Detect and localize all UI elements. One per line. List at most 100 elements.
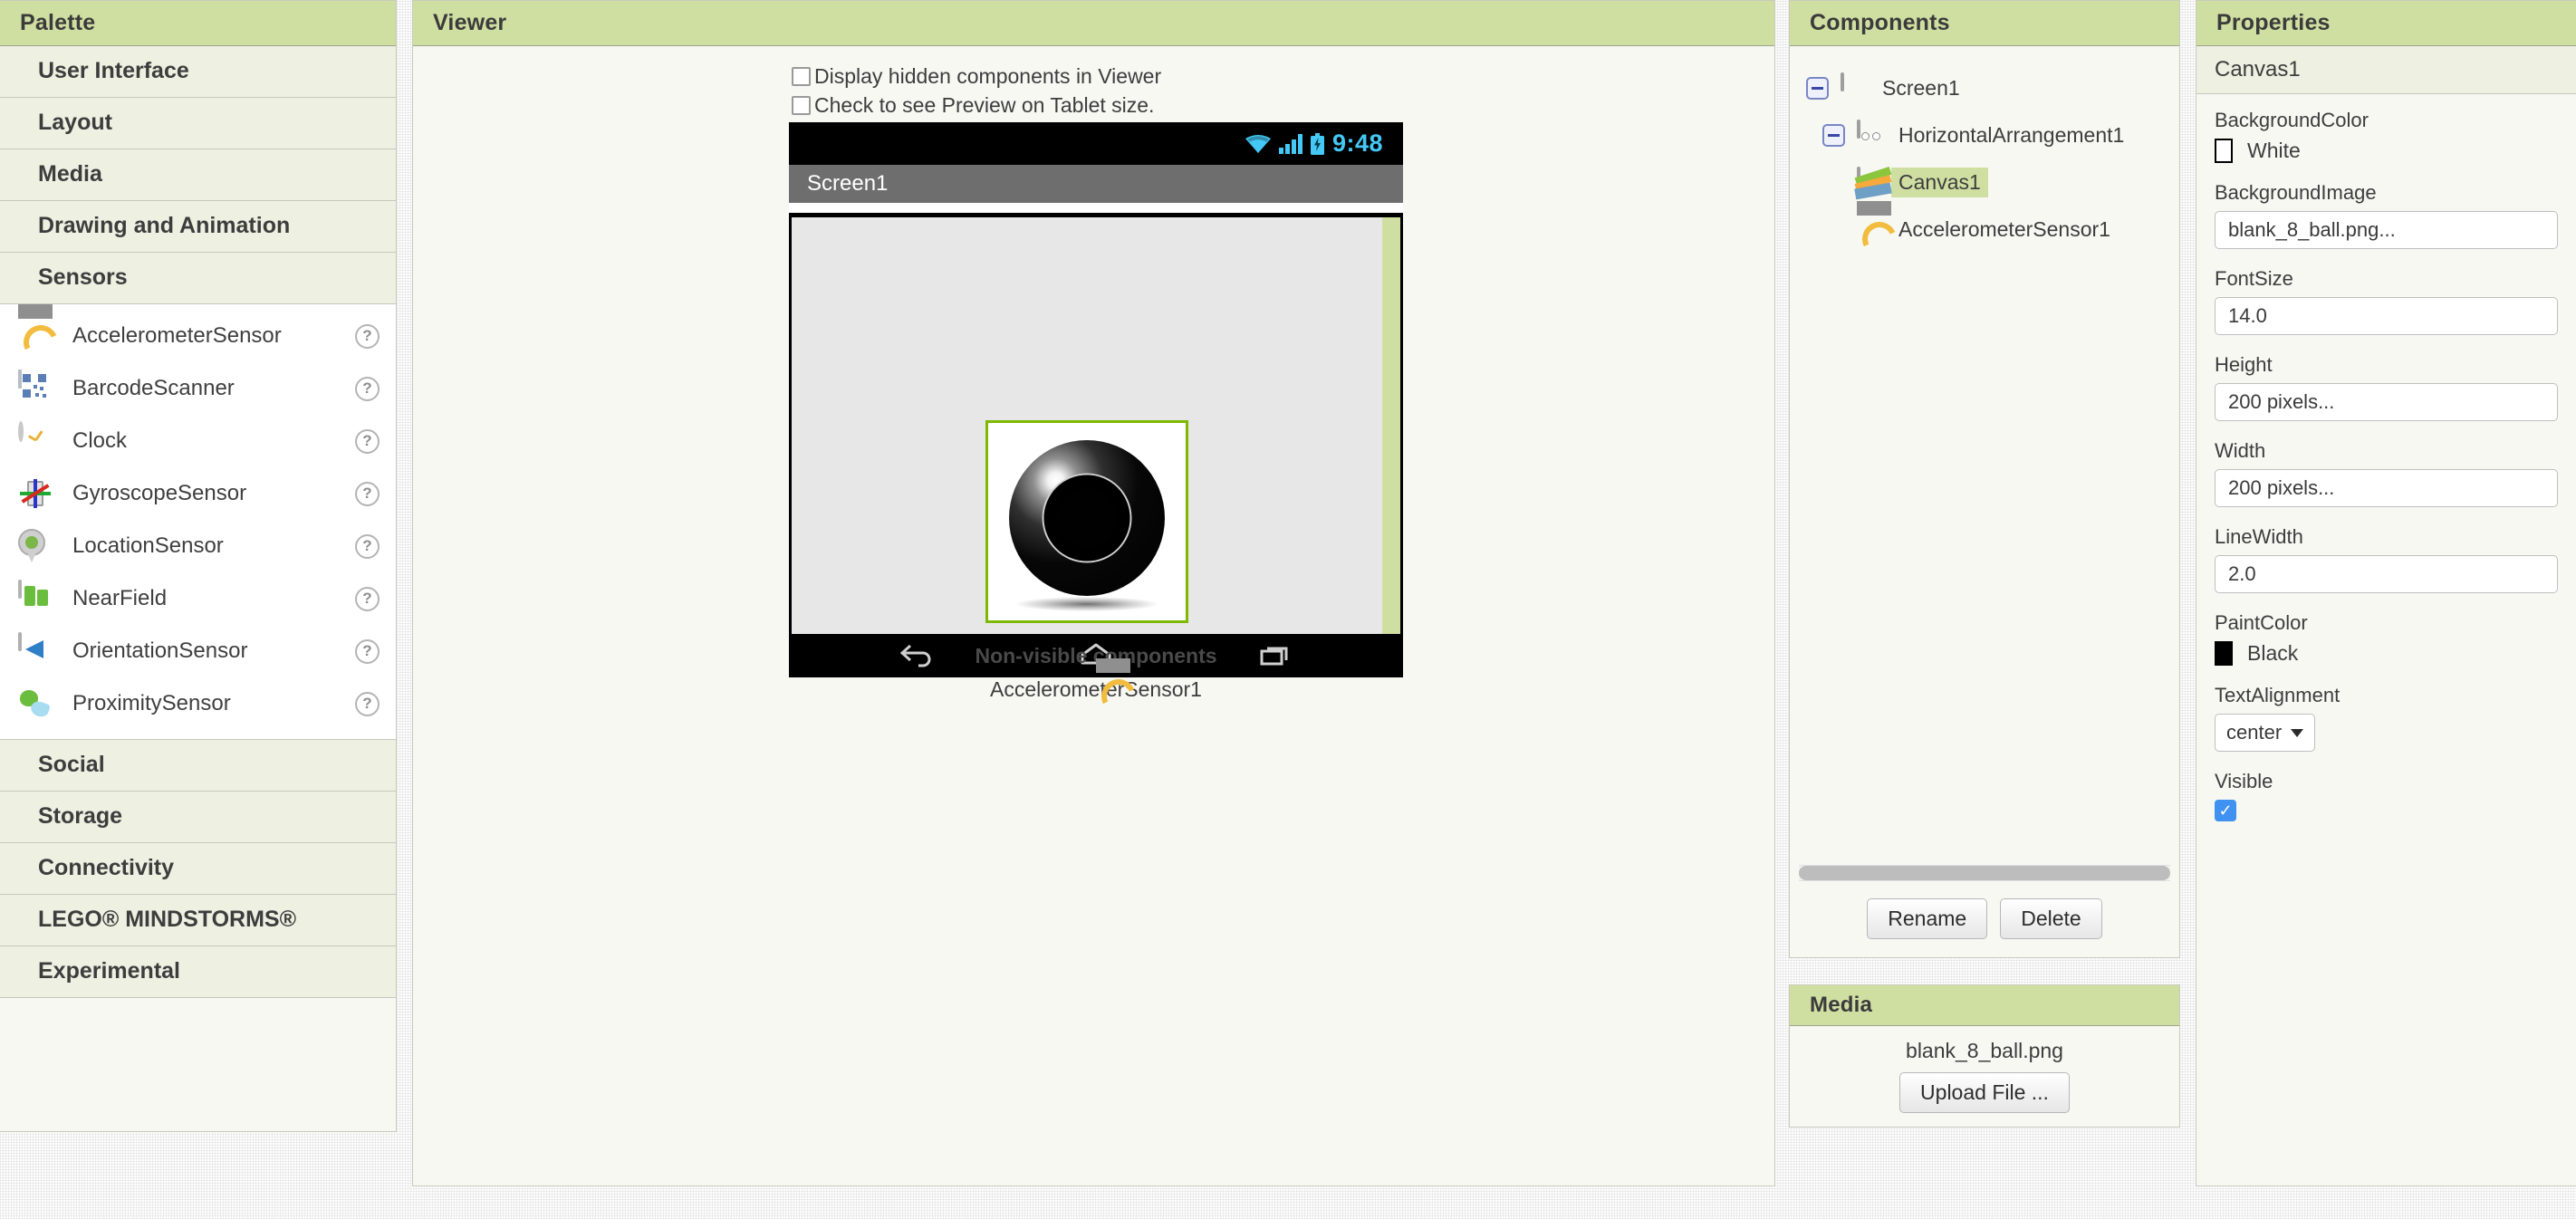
tree-item-canvas1[interactable]: Canvas1 xyxy=(1806,158,2179,206)
palette-section-media[interactable]: Media xyxy=(0,149,396,201)
palette-section-label: Connectivity xyxy=(38,855,175,880)
signal-icon xyxy=(1278,133,1302,154)
battery-icon xyxy=(1310,132,1324,155)
component-tree: Screen1 HorizontalArrangement1 Canvas1 A… xyxy=(1790,46,2179,253)
paintcolor-picker[interactable]: Black xyxy=(2215,641,2558,666)
palette-section-drawing-and-animation[interactable]: Drawing and Animation xyxy=(0,201,396,253)
property-label: Width xyxy=(2215,439,2266,462)
orientation-icon xyxy=(18,632,53,668)
palette-item-proximitysensor[interactable]: ProximitySensor ? xyxy=(0,677,396,730)
palette-item-label: AccelerometerSensor xyxy=(72,323,282,348)
palette-section-storage[interactable]: Storage xyxy=(0,792,396,843)
chevron-down-icon xyxy=(2291,728,2304,737)
palette-item-nearfield[interactable]: NearField ? xyxy=(0,572,396,625)
tree-item-horizontalarrangement1[interactable]: HorizontalArrangement1 xyxy=(1806,111,2179,158)
phone-screen-area xyxy=(789,213,1403,634)
display-hidden-components-checkbox[interactable] xyxy=(792,67,811,86)
tree-item-screen1[interactable]: Screen1 xyxy=(1806,64,2179,111)
palette-section-layout[interactable]: Layout xyxy=(0,98,396,149)
components-panel: Components Screen1 HorizontalArrangement… xyxy=(1789,0,2180,958)
phone-status-bar: 9:48 xyxy=(789,122,1403,165)
components-horizontal-scrollbar[interactable] xyxy=(1799,865,2170,881)
palette-section-label: Layout xyxy=(38,110,112,135)
fontsize-field[interactable]: 14.0 xyxy=(2215,297,2558,335)
wifi-icon xyxy=(1245,134,1271,154)
collapse-toggle-icon[interactable] xyxy=(1806,76,1829,100)
palette-section-label: Social xyxy=(38,752,105,777)
tree-item-label: Screen1 xyxy=(1882,75,1960,100)
properties-panel: Properties Canvas1 BackgroundColor White… xyxy=(2196,0,2576,1186)
palette-item-label: OrientationSensor xyxy=(72,638,248,663)
property-width: Width 200 pixels... xyxy=(2215,439,2558,507)
backgroundcolor-picker[interactable]: White xyxy=(2215,139,2558,163)
property-label: BackgroundImage xyxy=(2215,181,2377,204)
palette-item-accelerometersensor[interactable]: AccelerometerSensor ? xyxy=(0,310,396,362)
tree-item-accelerometersensor1[interactable]: AccelerometerSensor1 xyxy=(1806,206,2179,253)
screen-content xyxy=(792,217,1382,634)
help-icon[interactable]: ? xyxy=(355,376,380,401)
preview-tablet-size-row[interactable]: Check to see Preview on Tablet size. xyxy=(792,93,1154,118)
media-file-item[interactable]: blank_8_ball.png xyxy=(1790,1039,2179,1063)
property-height: Height 200 pixels... xyxy=(2215,353,2558,421)
help-icon[interactable]: ? xyxy=(355,586,380,611)
palette-section-social[interactable]: Social xyxy=(0,740,396,792)
ball-shadow xyxy=(1015,597,1158,611)
palette-section-user-interface[interactable]: User Interface xyxy=(0,46,396,98)
help-icon[interactable]: ? xyxy=(355,691,380,716)
textalignment-value: center xyxy=(2226,721,2283,744)
help-icon[interactable]: ? xyxy=(355,481,380,506)
linewidth-field[interactable]: 2.0 xyxy=(2215,555,2558,593)
collapse-toggle-icon[interactable] xyxy=(1822,123,1845,147)
accelerometer-icon xyxy=(18,319,53,353)
help-icon[interactable]: ? xyxy=(355,323,380,349)
gyroscope-icon xyxy=(18,476,53,511)
palette-item-barcodescanner[interactable]: BarcodeScanner ? xyxy=(0,362,396,415)
properties-component-name: Canvas1 xyxy=(2196,46,2576,94)
non-visible-component-item[interactable]: AccelerometerSensor1 xyxy=(789,673,1403,702)
property-fontsize: FontSize 14.0 xyxy=(2215,267,2558,335)
tree-item-label: HorizontalArrangement1 xyxy=(1898,122,2125,147)
properties-title: Properties xyxy=(2196,0,2576,46)
help-icon[interactable]: ? xyxy=(355,638,380,664)
canvas-icon xyxy=(1854,167,1892,200)
preview-tablet-size-checkbox[interactable] xyxy=(792,96,811,115)
palette-section-sensors[interactable]: Sensors xyxy=(0,253,396,304)
palette-section-label: Sensors xyxy=(38,264,128,290)
phone-title-bar: Screen1 xyxy=(789,165,1403,203)
display-hidden-components-row[interactable]: Display hidden components in Viewer xyxy=(792,64,1161,89)
palette-item-locationsensor[interactable]: LocationSensor ? xyxy=(0,520,396,572)
rename-button[interactable]: Rename xyxy=(1867,898,1988,939)
palette-section-label: Drawing and Animation xyxy=(38,213,291,238)
property-visible: Visible ✓ xyxy=(2215,770,2558,821)
viewer-panel: Viewer Display hidden components in View… xyxy=(412,0,1775,1186)
checkmark-icon: ✓ xyxy=(2218,801,2233,820)
canvas1-widget[interactable] xyxy=(985,420,1188,623)
phone-screen-title: Screen1 xyxy=(807,171,889,196)
palette-section-experimental[interactable]: Experimental xyxy=(0,946,396,998)
visible-checkbox[interactable]: ✓ xyxy=(2215,800,2236,821)
scrollbar-thumb[interactable] xyxy=(1799,866,2170,880)
backgroundimage-field[interactable]: blank_8_ball.png... xyxy=(2215,211,2558,249)
palette-item-clock[interactable]: Clock ? xyxy=(0,415,396,467)
palette-item-label: NearField xyxy=(72,586,168,610)
palette-item-label: GyroscopeSensor xyxy=(72,481,247,505)
height-field[interactable]: 200 pixels... xyxy=(2215,383,2558,421)
width-field[interactable]: 200 pixels... xyxy=(2215,469,2558,507)
palette-section-connectivity[interactable]: Connectivity xyxy=(0,843,396,895)
color-swatch-icon xyxy=(2215,641,2233,666)
delete-button[interactable]: Delete xyxy=(2000,898,2102,939)
upload-file-button[interactable]: Upload File ... xyxy=(1899,1072,2070,1113)
palette-item-label: Clock xyxy=(72,428,128,453)
help-icon[interactable]: ? xyxy=(355,533,380,559)
textalignment-select[interactable]: center xyxy=(2215,714,2316,752)
property-linewidth: LineWidth 2.0 xyxy=(2215,525,2558,593)
palette-item-gyroscopesensor[interactable]: GyroscopeSensor ? xyxy=(0,467,396,520)
palette-item-label: BarcodeScanner xyxy=(72,376,235,400)
viewer-body: Display hidden components in Viewer Chec… xyxy=(413,46,1774,1177)
palette-section-lego-mindstorms[interactable]: LEGO® MINDSTORMS® xyxy=(0,895,396,946)
screen-icon xyxy=(1841,72,1868,101)
palette-item-orientationsensor[interactable]: OrientationSensor ? xyxy=(0,625,396,677)
location-pin-icon xyxy=(18,529,53,563)
proximity-icon xyxy=(18,686,53,721)
help-icon[interactable]: ? xyxy=(355,428,380,454)
